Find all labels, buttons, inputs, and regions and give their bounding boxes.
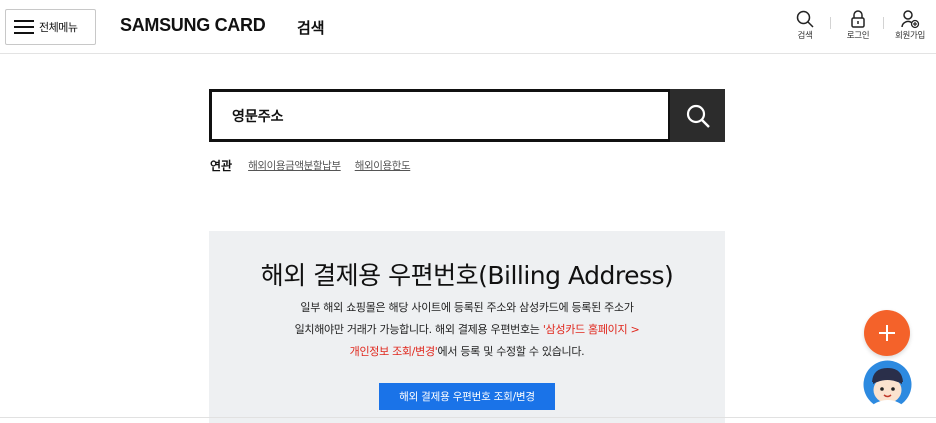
- all-menu-label: 전체메뉴: [39, 21, 78, 34]
- desc-line-3: 에서 등록 및 수정할 수 있습니다.: [437, 345, 585, 358]
- related-searches: 연관 해외이용금액분할납부 해외이용한도: [210, 157, 424, 174]
- card-title: 해외 결제용 우편번호(Billing Address): [260, 261, 674, 290]
- search-icon: [686, 104, 710, 128]
- hamburger-icon: [14, 20, 34, 34]
- related-link-limit[interactable]: 해외이용한도: [355, 158, 411, 173]
- join-label: 회원가입: [894, 31, 926, 41]
- header-search-label: 검색: [797, 31, 813, 41]
- desc-highlight-1: '삼성카드 홈페이지 >: [542, 323, 640, 336]
- desc-line-1: 일부 해외 쇼핑몰은 해당 사이트에 등록된 주소와 삼성카드에 등록된 주소가: [300, 301, 634, 314]
- desc-highlight-2: 개인정보 조회/변경': [349, 345, 438, 358]
- search-icon: [796, 10, 814, 28]
- divider: [883, 17, 884, 29]
- header: 전체메뉴 SAMSUNG CARD 검색 검색 로그인 회원가입: [0, 0, 936, 54]
- related-title: 연관: [210, 159, 233, 173]
- header-search-button[interactable]: 검색: [783, 9, 827, 41]
- all-menu-button[interactable]: 전체메뉴: [5, 9, 96, 45]
- login-label: 로그인: [846, 31, 870, 41]
- join-button[interactable]: 회원가입: [888, 9, 932, 41]
- search-bar: [209, 89, 725, 142]
- lock-icon: [851, 10, 865, 28]
- related-link-installment[interactable]: 해외이용금액분할납부: [248, 158, 341, 173]
- desc-line-2: 일치해야만 거래가 가능합니다. 해외 결제용 우편번호는: [294, 323, 543, 336]
- chatbot-button[interactable]: [863, 360, 912, 409]
- floating-plus-button[interactable]: [864, 310, 910, 356]
- chatbot-avatar-icon: [863, 360, 912, 409]
- page-title: 검색: [297, 19, 325, 37]
- divider: [830, 17, 831, 29]
- billing-address-lookup-button[interactable]: 해외 결제용 우편번호 조회/변경: [379, 383, 555, 410]
- plus-icon: [879, 325, 895, 341]
- billing-address-card: 해외 결제용 우편번호(Billing Address) 일부 해외 쇼핑몰은 …: [209, 231, 725, 423]
- login-button[interactable]: 로그인: [836, 9, 880, 41]
- samsung-card-logo[interactable]: SAMSUNG CARD: [120, 15, 266, 36]
- search-submit-button[interactable]: [670, 89, 725, 142]
- search-input[interactable]: [209, 89, 671, 142]
- card-description: 일부 해외 쇼핑몰은 해당 사이트에 등록된 주소와 삼성카드에 등록된 주소가…: [229, 297, 705, 363]
- add-user-icon: [901, 10, 920, 29]
- divider: [0, 417, 936, 418]
